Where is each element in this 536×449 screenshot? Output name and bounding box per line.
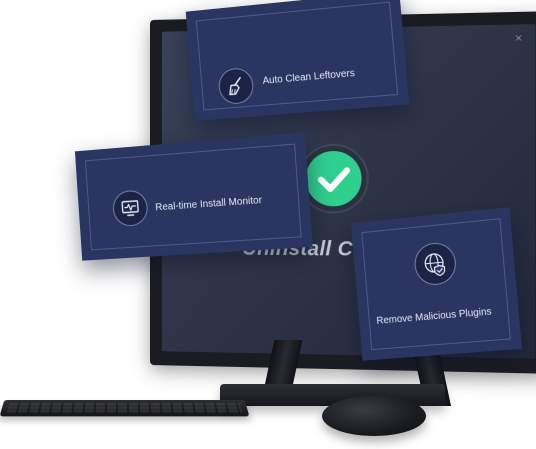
mouse	[322, 396, 426, 436]
feature-card-auto-clean: Auto Clean Leftovers	[186, 0, 410, 121]
close-icon[interactable]: ×	[515, 31, 523, 46]
keyboard-keys	[7, 402, 243, 413]
keyboard	[0, 400, 249, 416]
feature-card-malicious-plugins: Remove Malicious Plugins	[351, 207, 522, 361]
feature-card-install-monitor: Real-time Install Monitor	[75, 133, 313, 261]
